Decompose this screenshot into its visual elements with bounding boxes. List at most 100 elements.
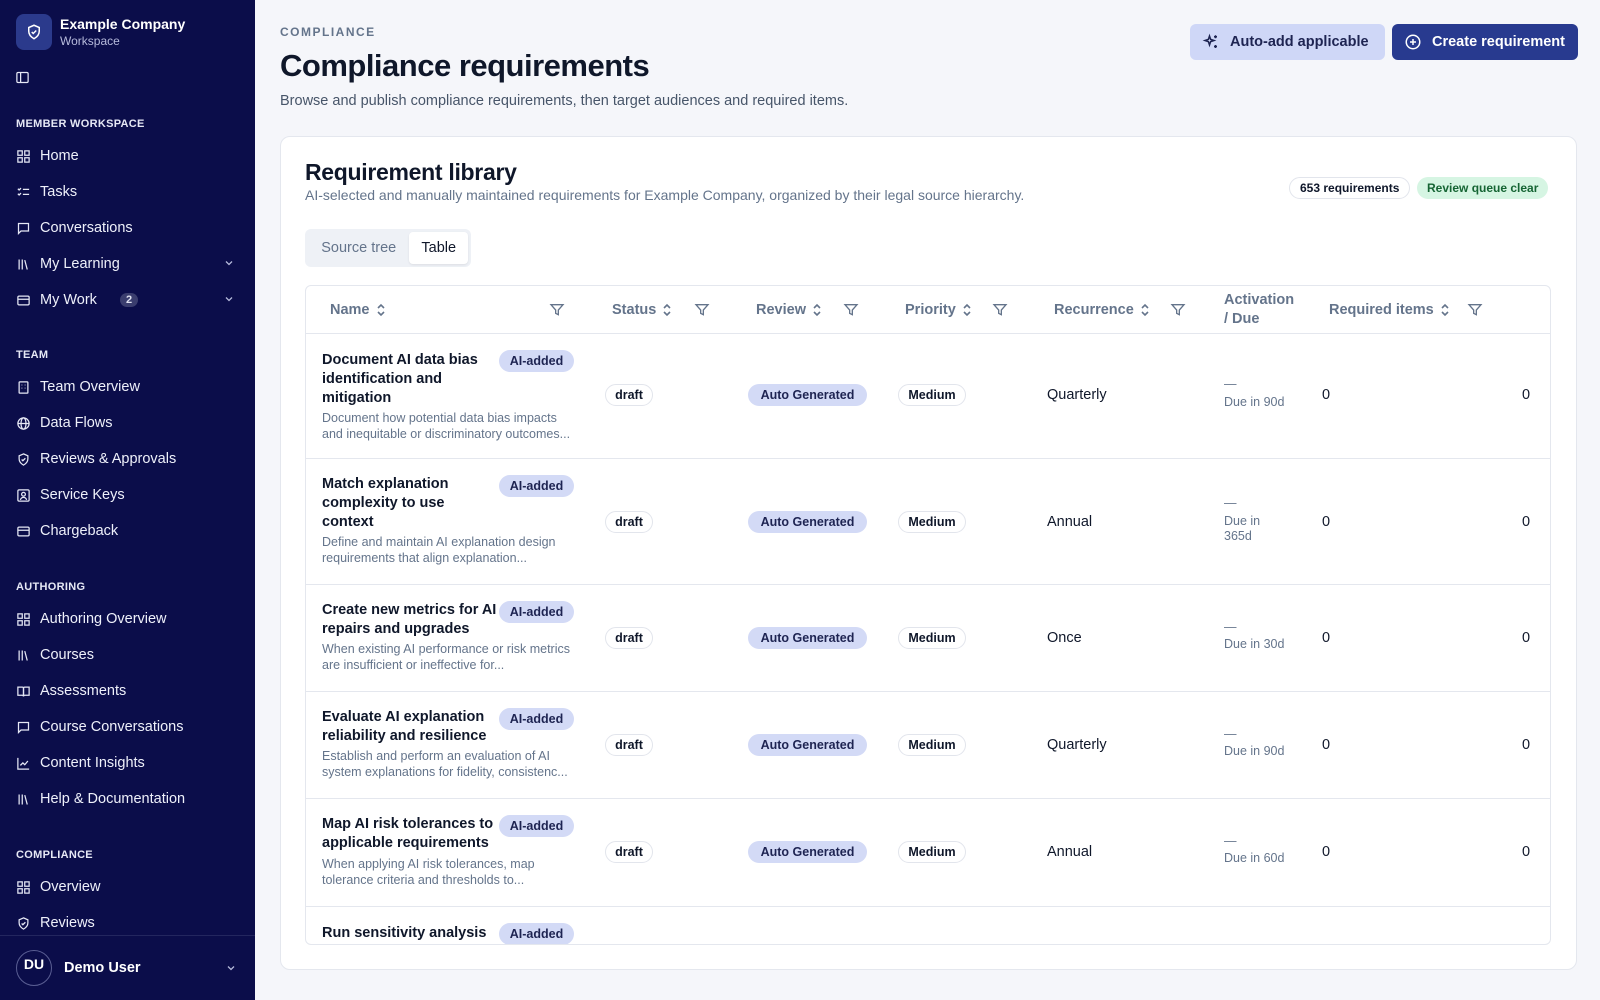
sparkles-icon <box>1202 33 1217 48</box>
sidebar-item-label: Overview <box>40 879 101 895</box>
recurrence-value: Once <box>1047 630 1082 646</box>
table-row[interactable]: Document AI data bias identification and… <box>306 334 1550 459</box>
building-icon <box>18 380 29 394</box>
requirement-name[interactable]: Evaluate AI explanation reliability and … <box>322 708 500 746</box>
sidebar-item-assessments[interactable]: Assessments <box>16 676 241 706</box>
column-status-header[interactable]: Status <box>612 286 672 334</box>
table-row[interactable]: Map AI risk tolerances to applicable req… <box>306 799 1550 907</box>
table-row[interactable]: Run sensitivity analysis AI-added <box>306 907 1550 944</box>
filter-icon[interactable] <box>992 302 1008 318</box>
requirement-name[interactable]: Map AI risk tolerances to applicable req… <box>322 815 500 853</box>
sidebar-item-reviews-approvals[interactable]: Reviews & Approvals <box>16 444 241 474</box>
chevron-down-icon <box>225 297 233 302</box>
due-value: Due in 30d <box>1224 637 1285 651</box>
required-items-value: 0 <box>1322 514 1331 530</box>
sidebar-item-home[interactable]: Home <box>16 141 241 171</box>
priority-badge: Medium <box>898 734 966 756</box>
requirement-name[interactable]: Create new metrics for AI repairs and up… <box>322 601 502 639</box>
create-requirement-button[interactable]: Create requirement <box>1392 24 1578 60</box>
sidebar-item-course-conversations[interactable]: Course Conversations <box>16 712 241 742</box>
sidebar-item-conversations[interactable]: Conversations <box>16 213 241 243</box>
sidebar-item-service-keys[interactable]: Service Keys <box>16 480 241 510</box>
grid-icon <box>17 880 30 894</box>
filter-icon[interactable] <box>1170 302 1186 318</box>
required-items-value: 0 <box>1322 387 1331 403</box>
wallet-icon <box>17 526 30 536</box>
column-required-items-header[interactable]: Required items <box>1329 286 1450 334</box>
ai-added-badge: AI-added <box>499 475 574 497</box>
column-recurrence-header[interactable]: Recurrence <box>1054 286 1150 334</box>
sort-icon <box>963 303 971 317</box>
table-row[interactable]: Create new metrics for AI repairs and up… <box>306 585 1550 692</box>
sidebar-item-label: Home <box>40 148 79 164</box>
tab-source-tree[interactable]: Source tree <box>308 232 409 264</box>
activation-value: — <box>1224 834 1237 848</box>
sidebar-item-my-learning[interactable]: My Learning <box>16 249 241 279</box>
ai-added-badge: AI-added <box>499 923 574 944</box>
filter-icon[interactable] <box>549 302 565 318</box>
required-items-value: 0 <box>1322 737 1331 753</box>
sidebar-item-overview[interactable]: Overview <box>16 872 241 902</box>
sidebar-item-reviews[interactable]: Reviews <box>16 908 241 938</box>
sidebar-item-label: Tasks <box>40 184 78 200</box>
sidebar-item-data-flows[interactable]: Data Flows <box>16 408 241 438</box>
column-review-header[interactable]: Review <box>756 286 822 334</box>
activation-value: — <box>1224 496 1237 510</box>
status-badge: draft <box>605 627 653 649</box>
workspace-switcher[interactable]: Example Company Workspace <box>16 14 185 50</box>
sidebar-item-label: My Work <box>40 292 97 308</box>
sidebar-item-tasks[interactable]: Tasks <box>16 177 241 207</box>
sort-icon <box>813 303 821 317</box>
requirement-name[interactable]: Document AI data bias identification and… <box>322 351 500 408</box>
recurrence-value: Quarterly <box>1047 387 1107 403</box>
review-badge: Auto Generated <box>748 734 867 756</box>
page-eyebrow: COMPLIANCE <box>280 25 376 39</box>
filter-icon[interactable] <box>1467 302 1483 318</box>
filter-icon[interactable] <box>694 302 710 318</box>
sidebar-item-courses[interactable]: Courses <box>16 640 241 670</box>
column-activation-header[interactable]: Activation / Due <box>1224 291 1314 329</box>
sidebar-item-team-overview[interactable]: Team Overview <box>16 372 241 402</box>
requirement-name[interactable]: Match explanation complexity to use cont… <box>322 475 500 532</box>
requirement-description: Define and maintain AI explanation desig… <box>322 535 556 565</box>
requirements-count-badge: 653 requirements <box>1289 177 1411 199</box>
activation-value: — <box>1224 727 1237 741</box>
sidebar-toggle-icon[interactable] <box>15 70 31 86</box>
table-row[interactable]: Evaluate AI explanation reliability and … <box>306 692 1550 799</box>
library-icon <box>18 650 28 661</box>
column-label: Status <box>612 302 657 318</box>
wallet-icon <box>17 295 30 305</box>
column-name-header[interactable]: Name <box>330 286 386 334</box>
sidebar-item-label: Course Conversations <box>40 719 184 735</box>
status-badge: draft <box>605 734 653 756</box>
recurrence-value: Annual <box>1047 514 1093 530</box>
section-compliance: COMPLIANCE <box>16 849 93 861</box>
column-label: Review <box>756 302 806 318</box>
column-priority-header[interactable]: Priority <box>905 286 972 334</box>
auto-add-button[interactable]: Auto-add applicable <box>1190 24 1385 60</box>
library-title: Requirement library <box>305 159 517 185</box>
count-badge: 2 <box>119 293 139 307</box>
requirement-name[interactable]: Run sensitivity analysis <box>322 924 500 943</box>
chevron-down-icon <box>227 966 235 971</box>
requirement-description: When applying AI risk tolerances, map to… <box>322 857 535 887</box>
truncated-column-value: 0 <box>1522 737 1531 753</box>
table-row[interactable]: Match explanation complexity to use cont… <box>306 459 1550 585</box>
sidebar-item-help-documentation[interactable]: Help & Documentation <box>16 784 241 814</box>
sidebar-item-my-work[interactable]: My Work 2 <box>16 285 241 315</box>
due-value: Due in 90d <box>1224 395 1285 409</box>
sidebar: Example Company Workspace MEMBER WORKSPA… <box>0 0 255 1000</box>
tab-table[interactable]: Table <box>409 232 468 264</box>
priority-badge: Medium <box>898 384 966 406</box>
sidebar-item-chargeback[interactable]: Chargeback <box>16 516 241 546</box>
sort-icon <box>1441 303 1449 317</box>
sidebar-item-content-insights[interactable]: Content Insights <box>16 748 241 778</box>
grid-icon <box>17 149 30 163</box>
sidebar-item-label: Content Insights <box>40 755 145 771</box>
workspace-sub: Workspace <box>60 33 120 48</box>
required-items-value: 0 <box>1322 844 1331 860</box>
truncated-column-value: 0 <box>1522 514 1531 530</box>
sidebar-item-authoring-overview[interactable]: Authoring Overview <box>16 604 241 634</box>
user-menu[interactable]: DU Demo User <box>0 935 255 1000</box>
filter-icon[interactable] <box>843 302 859 318</box>
